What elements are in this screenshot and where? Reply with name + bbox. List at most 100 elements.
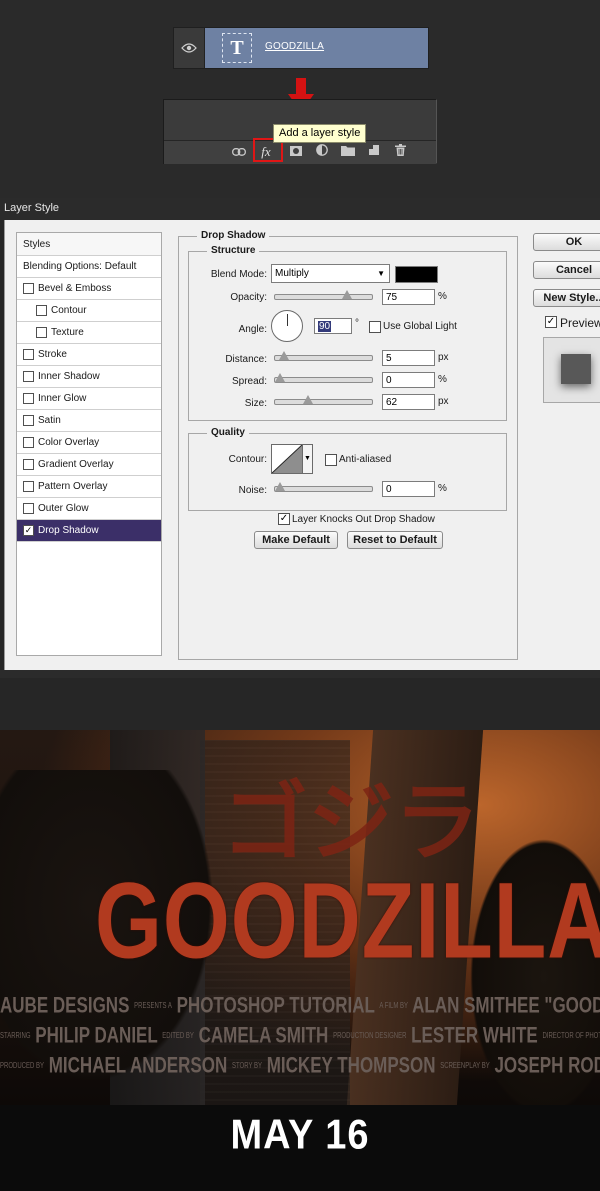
opacity-input[interactable]: 75 [382, 289, 435, 305]
ok-button[interactable]: OK [533, 233, 600, 251]
style-item-label: Bevel & Emboss [38, 283, 112, 294]
style-item-satin[interactable]: Satin [17, 410, 161, 432]
style-item-label: Inner Glow [38, 393, 87, 404]
credit-name: ALAN SMITHEE [412, 993, 540, 1018]
credit-name: CAMELA SMITH [198, 1023, 329, 1048]
size-input[interactable]: 62 [382, 394, 435, 410]
distance-input[interactable]: 5 [382, 350, 435, 366]
reset-to-default-button[interactable]: Reset to Default [347, 531, 443, 549]
spread-unit: % [438, 374, 447, 385]
shadow-color-swatch[interactable] [395, 266, 438, 283]
knockout-checkbox[interactable]: ✓ [278, 513, 290, 525]
size-slider-thumb[interactable] [302, 395, 313, 404]
noise-unit: % [438, 483, 447, 494]
blend-mode-select[interactable]: Multiply ▼ [271, 264, 390, 283]
style-checkbox[interactable] [23, 503, 34, 514]
quality-group: Quality Contour: ▼ Anti-aliased Noise: 0… [188, 427, 507, 511]
style-checkbox[interactable] [23, 459, 34, 470]
size-slider[interactable] [274, 395, 373, 405]
style-checkbox[interactable]: ✓ [23, 525, 34, 536]
style-checkbox[interactable] [23, 481, 34, 492]
style-item-color-overlay[interactable]: Color Overlay [17, 432, 161, 454]
style-checkbox[interactable] [23, 349, 34, 360]
visibility-eye-icon[interactable] [174, 28, 205, 68]
credit-role: STARRING [0, 1032, 31, 1041]
spread-input[interactable]: 0 [382, 372, 435, 388]
noise-input[interactable]: 0 [382, 481, 435, 497]
style-item-inner-glow[interactable]: Inner Glow [17, 388, 161, 410]
release-date: MAY 16 [230, 1112, 370, 1159]
credit-line-1: AUBE DESIGNS PRESENTS A PHOTOSHOP TUTORI… [0, 993, 600, 1019]
contour-dropdown-chevron-icon[interactable]: ▼ [302, 444, 313, 474]
style-item-label: Stroke [38, 349, 67, 360]
opacity-slider-thumb[interactable] [341, 290, 352, 299]
credit-role: EDITED BY [162, 1032, 194, 1041]
dialog-bottom-edge [0, 670, 600, 678]
style-item-texture[interactable]: Texture [17, 322, 161, 344]
style-item-stroke[interactable]: Stroke [17, 344, 161, 366]
style-item-pattern-overlay[interactable]: Pattern Overlay [17, 476, 161, 498]
preview-thumbnail [543, 337, 600, 403]
layer-style-dialog: Styles Blending Options: Default Bevel & … [4, 220, 600, 670]
layers-panel-screenshot: T GOODZILLA fx Add a layer style [0, 0, 600, 198]
credit-role: A FILM BY [379, 1002, 409, 1011]
style-checkbox[interactable] [36, 327, 47, 338]
style-checkbox[interactable] [23, 393, 34, 404]
adjustment-icon[interactable] [314, 144, 330, 160]
credit-role: PRODUCED BY [0, 1062, 45, 1071]
credit-name: LESTER WHITE [411, 1023, 538, 1048]
drop-shadow-title: Drop Shadow [197, 230, 270, 241]
style-checkbox[interactable] [36, 305, 47, 316]
distance-slider[interactable] [274, 351, 373, 361]
opacity-unit: % [438, 291, 447, 302]
noise-slider[interactable] [274, 482, 373, 492]
structure-title: Structure [207, 245, 260, 256]
link-icon[interactable] [231, 144, 247, 160]
layer-row[interactable]: T GOODZILLA [173, 27, 429, 69]
style-item-outer-glow[interactable]: Outer Glow [17, 498, 161, 520]
preview-checkbox[interactable]: ✓ [545, 316, 557, 328]
folder-icon[interactable] [340, 144, 356, 160]
style-item-drop-shadow[interactable]: ✓ Drop Shadow [17, 520, 161, 542]
layer-selected-bg[interactable]: T GOODZILLA [205, 28, 428, 68]
trash-icon[interactable] [392, 144, 408, 160]
style-item-blending-options-default[interactable]: Blending Options: Default [17, 256, 161, 278]
style-item-label: Color Overlay [38, 437, 100, 448]
make-default-button[interactable]: Make Default [254, 531, 338, 549]
style-checkbox[interactable] [23, 415, 34, 426]
dialog-title: Layer Style [4, 202, 60, 214]
chevron-down-icon: ▼ [377, 269, 385, 278]
distance-slider-thumb[interactable] [279, 351, 290, 360]
spread-slider-thumb[interactable] [275, 373, 285, 382]
use-global-light-checkbox[interactable] [369, 321, 381, 333]
new-layer-icon[interactable] [366, 144, 382, 160]
style-item-label: Inner Shadow [38, 371, 100, 382]
style-item-contour[interactable]: Contour [17, 300, 161, 322]
angle-dial[interactable] [271, 310, 303, 342]
tooltip: Add a layer style [273, 124, 367, 143]
dialog-title-bar[interactable]: Layer Style [0, 198, 600, 220]
style-checkbox[interactable] [23, 371, 34, 382]
contour-picker[interactable] [271, 444, 303, 474]
style-checkbox[interactable] [23, 437, 34, 448]
spread-slider[interactable] [274, 373, 373, 383]
style-item-inner-shadow[interactable]: Inner Shadow [17, 366, 161, 388]
style-checkbox[interactable] [23, 283, 34, 294]
credit-role: PRODUCTION DESIGNER [333, 1032, 407, 1041]
blend-mode-label: Blend Mode: [210, 269, 267, 280]
mask-icon[interactable] [288, 144, 304, 160]
cancel-button[interactable]: Cancel [533, 261, 600, 279]
credit-name: MICKEY THOMPSON [266, 1053, 436, 1078]
noise-slider-thumb[interactable] [275, 482, 285, 491]
layer-name[interactable]: GOODZILLA [265, 41, 324, 52]
style-item-gradient-overlay[interactable]: Gradient Overlay [17, 454, 161, 476]
credit-name: JOSEPH RODRIGUEZ [494, 1053, 600, 1078]
styles-header[interactable]: Styles [17, 233, 161, 256]
opacity-slider[interactable] [274, 290, 373, 300]
distance-label: Distance: [225, 354, 267, 365]
angle-input[interactable]: 90 [314, 318, 352, 334]
style-item-bevel-emboss[interactable]: Bevel & Emboss [17, 278, 161, 300]
new-style-button[interactable]: New Style... [533, 289, 600, 307]
noise-label: Noise: [238, 485, 267, 496]
anti-aliased-checkbox[interactable] [325, 454, 337, 466]
